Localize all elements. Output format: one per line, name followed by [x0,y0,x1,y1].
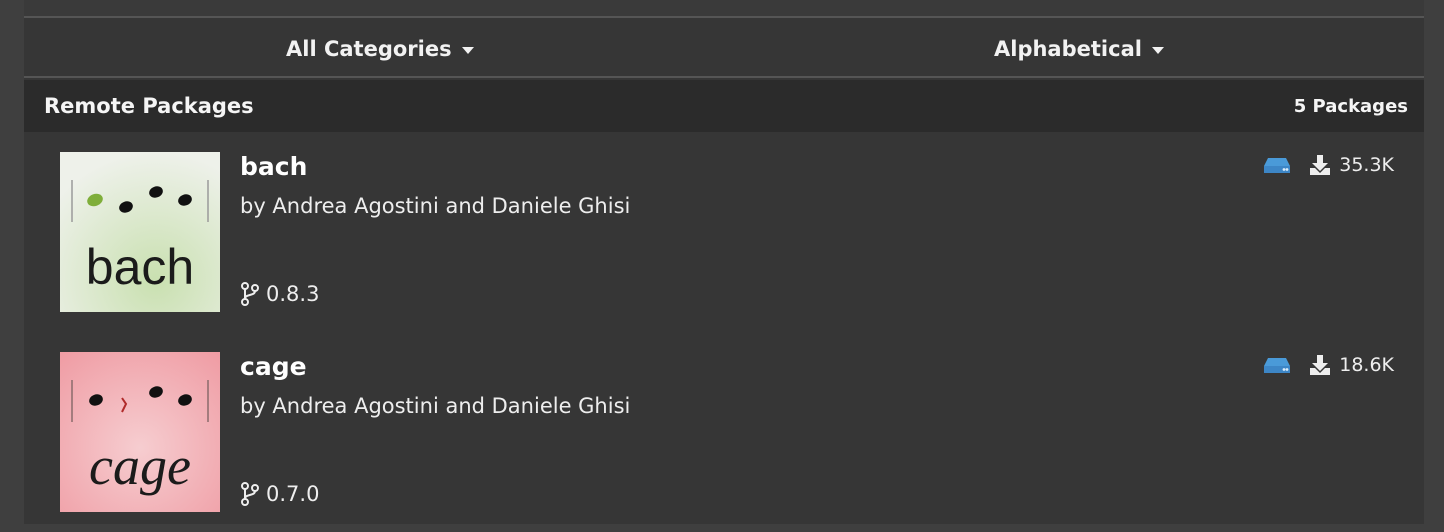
download-count: 18.6K [1309,354,1394,376]
package-manager-panel: All Categories Alphabetical Remote Packa… [24,0,1424,524]
package-count: 5 Packages [1293,96,1408,117]
package-stats: 18.6K [1263,354,1394,376]
package-author: by Andrea Agostini and Daniele Ghisi [240,394,631,418]
download-icon [1310,355,1331,375]
download-icon [1310,155,1331,175]
version-label: 0.8.3 [266,282,320,306]
sort-order-dropdown[interactable]: Alphabetical [994,20,1164,78]
package-name[interactable]: cage [240,352,307,381]
drive-icon [1264,158,1291,173]
filter-bar: All Categories Alphabetical [24,20,1424,78]
branch-icon [241,482,259,506]
package-stats: 35.3K [1263,154,1394,176]
package-item[interactable]: bach bach by Andrea Agostini and Daniele… [24,132,1424,332]
thumbnail-word: cage [89,436,191,496]
section-header: Remote Packages 5 Packages [24,80,1424,132]
chevron-down-icon [461,47,474,54]
package-item[interactable]: cage cage by Andrea Agostini and Daniele… [24,332,1424,532]
branch-icon [241,282,259,306]
thumbnail-word: bach [86,239,194,295]
download-count-label: 35.3K [1339,154,1394,176]
category-filter-dropdown[interactable]: All Categories [286,20,474,78]
chevron-down-icon [1151,47,1164,54]
version-label: 0.7.0 [266,482,320,506]
section-title: Remote Packages [44,94,254,118]
download-count: 35.3K [1309,154,1394,176]
drive-icon [1264,358,1291,373]
category-filter-label: All Categories [286,37,452,61]
download-count-label: 18.6K [1339,354,1394,376]
package-author: by Andrea Agostini and Daniele Ghisi [240,194,631,218]
package-version: 0.7.0 [240,482,319,506]
top-strip [24,0,1424,18]
package-name[interactable]: bach [240,152,307,181]
sort-order-label: Alphabetical [994,37,1142,61]
package-thumbnail: cage [60,352,220,512]
package-version: 0.8.3 [240,282,319,306]
package-thumbnail: bach [60,152,220,312]
